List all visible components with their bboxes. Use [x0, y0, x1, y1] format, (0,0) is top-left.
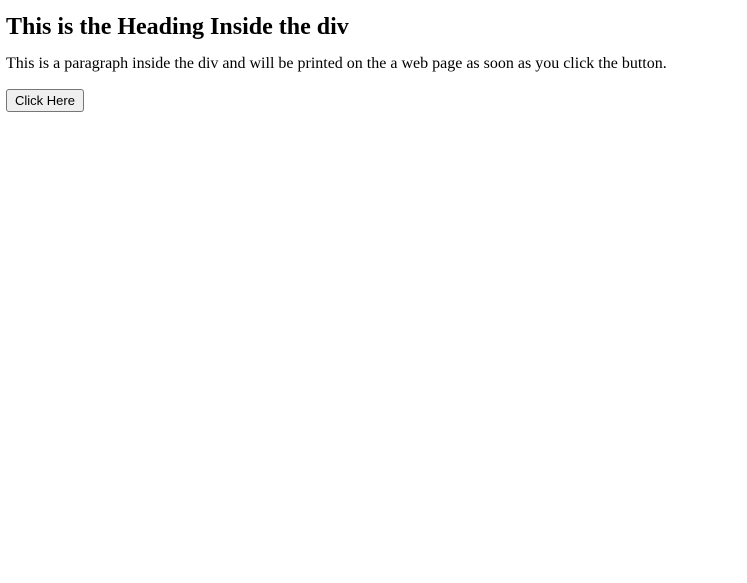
page-paragraph: This is a paragraph inside the div and w… [6, 55, 741, 73]
click-here-button[interactable]: Click Here [6, 89, 84, 112]
page-heading: This is the Heading Inside the div [6, 14, 741, 41]
content-div: This is the Heading Inside the div This … [6, 14, 741, 73]
